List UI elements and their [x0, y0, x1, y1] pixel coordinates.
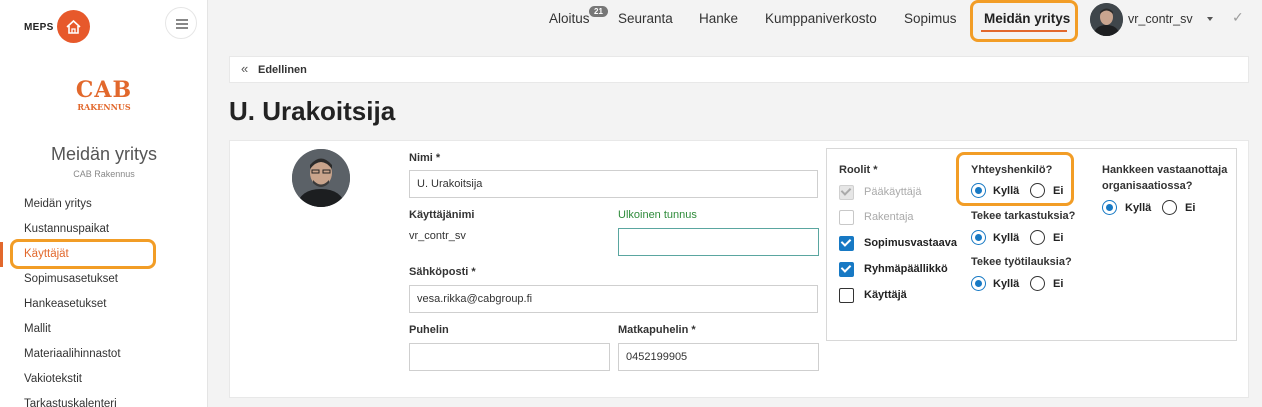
receiver-no-radio[interactable]	[1162, 200, 1177, 215]
phone-input[interactable]	[409, 343, 610, 371]
inspections-no-label: Ei	[1053, 232, 1064, 244]
checkbox-paakayttaja	[839, 185, 854, 200]
receiver-question-line2: organisaatiossa?	[1102, 180, 1193, 192]
role-label: Pääkäyttäjä	[864, 186, 922, 198]
receiver-yes-label: Kyllä	[1125, 202, 1152, 214]
external-id-label: Ulkoinen tunnus	[618, 209, 697, 221]
company-subtitle: CAB Rakennus	[73, 169, 135, 179]
highlight-annotation-sidebar	[10, 239, 156, 269]
sidebar-item-mallit[interactable]: Mallit	[0, 317, 208, 342]
user-form-card: Nimi * U. Urakoitsija Käyttäjänimi vr_co…	[229, 140, 1249, 398]
mobile-input[interactable]: 0452199905	[618, 343, 819, 371]
mobile-label: Matkapuhelin *	[618, 324, 696, 336]
sidebar-item-materiaalihinnastot[interactable]: Materiaalihinnastot	[0, 342, 208, 367]
inspections-yes-radio[interactable]	[971, 230, 986, 245]
meps-logo-icon	[57, 10, 90, 43]
company-logo-subtext: RAKENNUS	[77, 102, 131, 112]
receiver-question-line1: Hankkeen vastaanottaja	[1102, 164, 1228, 176]
name-input[interactable]: U. Urakoitsija	[409, 170, 818, 198]
role-label: Rakentaja	[864, 211, 914, 223]
name-label: Nimi *	[409, 152, 441, 164]
page-title: U. Urakoitsija	[229, 96, 396, 126]
sidebar-item-vakiotekstit[interactable]: Vakiotekstit	[0, 367, 208, 392]
checkbox-kayttaja[interactable]	[839, 288, 854, 303]
external-id-input[interactable]	[618, 228, 819, 256]
brand-name: MEPS	[24, 22, 54, 33]
username-label[interactable]: vr_contr_sv	[1128, 12, 1193, 26]
tab-seuranta[interactable]: Seuranta	[618, 11, 673, 26]
menu-toggle-button[interactable]	[165, 7, 197, 39]
email-input[interactable]: vesa.rikka@cabgroup.fi	[409, 285, 818, 313]
user-avatar[interactable]	[1090, 3, 1123, 36]
tab-aloitus[interactable]: Aloitus	[549, 11, 590, 26]
tab-kumppaniverkosto[interactable]: Kumppaniverkosto	[765, 11, 877, 26]
sidebar: MEPS CAB RAKENNUS Meidän yritys CAB Rake…	[0, 0, 208, 407]
inspections-no-radio[interactable]	[1030, 230, 1045, 245]
company-logo-text: CAB	[75, 77, 133, 103]
sidebar-item-meidan-yritys[interactable]: Meidän yritys	[0, 192, 208, 217]
email-label: Sähköposti *	[409, 266, 476, 278]
username-field-label: Käyttäjänimi	[409, 209, 475, 221]
receiver-yes-radio[interactable]	[1102, 200, 1117, 215]
top-navigation: Aloitus 21 Seuranta Hanke Kumppaniverkos…	[209, 0, 1262, 42]
checkbox-rakentaja	[839, 210, 854, 225]
highlight-annotation-contact	[956, 152, 1074, 206]
checkbox-ryhmapaallikko[interactable]	[839, 262, 854, 277]
role-label: Ryhmäpäällikkö	[864, 263, 948, 275]
company-title: Meidän yritys	[50, 144, 158, 164]
worksite-no-radio[interactable]	[1030, 276, 1045, 291]
worksite-yes-radio[interactable]	[971, 276, 986, 291]
username-value: vr_contr_sv	[409, 230, 466, 242]
worksite-no-label: Ei	[1053, 278, 1064, 290]
sidebar-item-tarkastuskalenteri[interactable]: Tarkastuskalenteri	[0, 392, 208, 407]
inspections-yes-label: Kyllä	[993, 232, 1020, 244]
worksite-question: Tekee työtilauksia?	[971, 256, 1072, 268]
roles-label: Roolit *	[839, 164, 878, 176]
profile-photo	[292, 149, 350, 207]
sidebar-nav: Meidän yritys Kustannuspaikat Käyttäjät …	[0, 192, 208, 407]
role-label: Sopimusvastaava	[864, 237, 957, 249]
notification-badge: 21	[589, 6, 608, 17]
phone-label: Puhelin	[409, 324, 449, 336]
role-label: Käyttäjä	[864, 289, 907, 301]
chevron-down-icon[interactable]	[1207, 17, 1213, 21]
highlight-annotation-top	[970, 0, 1078, 42]
receiver-no-label: Ei	[1185, 202, 1196, 214]
sidebar-item-hankeasetukset[interactable]: Hankeasetukset	[0, 292, 208, 317]
checkbox-sopimusvastaava[interactable]	[839, 236, 854, 251]
company-logo: CAB RAKENNUS	[66, 78, 142, 112]
tab-hanke[interactable]: Hanke	[699, 11, 738, 26]
inspections-question: Tekee tarkastuksia?	[971, 210, 1076, 222]
sidebar-item-sopimusasetukset[interactable]: Sopimusasetukset	[0, 267, 208, 292]
back-bar: « Edellinen	[229, 56, 1249, 83]
double-chevron-left-icon[interactable]: «	[241, 61, 248, 76]
worksite-yes-label: Kyllä	[993, 278, 1020, 290]
back-button[interactable]: Edellinen	[258, 64, 307, 76]
tab-sopimus[interactable]: Sopimus	[904, 11, 957, 26]
check-icon[interactable]: ✓	[1232, 9, 1244, 26]
